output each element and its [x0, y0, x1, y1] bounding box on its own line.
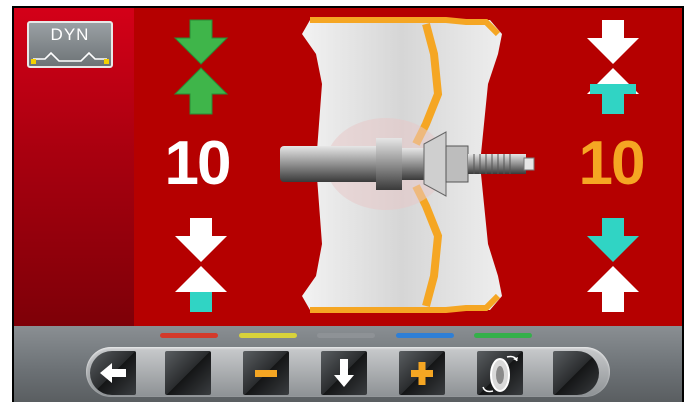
left-plane-value: 10	[164, 129, 232, 198]
cyan-down-arrow-icon	[587, 218, 639, 262]
plus-icon	[411, 362, 433, 385]
right-correction-indicator-top	[587, 20, 639, 114]
minus-button[interactable]	[243, 351, 289, 395]
down-button[interactable]	[321, 351, 367, 395]
color-key-red	[160, 333, 218, 338]
color-key-yellow	[239, 333, 297, 338]
color-key-gray	[317, 333, 375, 338]
minus-icon	[255, 370, 277, 377]
white-down-arrow-icon	[175, 218, 227, 262]
blank-button-2[interactable]	[553, 351, 599, 395]
green-down-arrow-icon	[173, 19, 229, 65]
wheel-spin-button[interactable]	[477, 351, 523, 395]
left-correction-indicator-bottom	[175, 218, 227, 312]
down-arrow-icon	[334, 359, 354, 387]
back-button[interactable]	[90, 351, 136, 395]
right-correction-indicator-bottom	[587, 218, 639, 312]
left-correction-indicator-top	[173, 19, 229, 115]
color-key-green	[474, 333, 532, 338]
wheel-rim-illustration	[280, 17, 535, 313]
wheel-spin-icon	[482, 355, 518, 393]
dyn-mode-badge[interactable]: DYN	[27, 21, 113, 68]
plus-button[interactable]	[399, 351, 445, 395]
dyn-mode-label: DYN	[50, 25, 90, 44]
color-key-blue	[396, 333, 454, 338]
blank-button-1[interactable]	[165, 351, 211, 395]
right-plane-value: 10	[578, 129, 646, 198]
rim-profile-icon	[31, 51, 109, 64]
green-up-arrow-icon	[173, 67, 229, 115]
back-arrow-icon	[100, 363, 126, 383]
white-down-arrow-icon	[587, 20, 639, 64]
white-up-arrow-icon	[587, 266, 639, 312]
